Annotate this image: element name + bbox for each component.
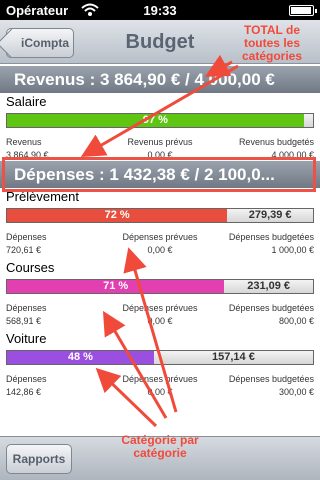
annotation-arrows [80, 54, 239, 428]
arrow-cat-prelevement [123, 247, 178, 413]
arrow-total-depenses [80, 64, 239, 158]
arrow-cat-voiture [95, 367, 158, 428]
arrow-cat-courses [102, 310, 168, 419]
